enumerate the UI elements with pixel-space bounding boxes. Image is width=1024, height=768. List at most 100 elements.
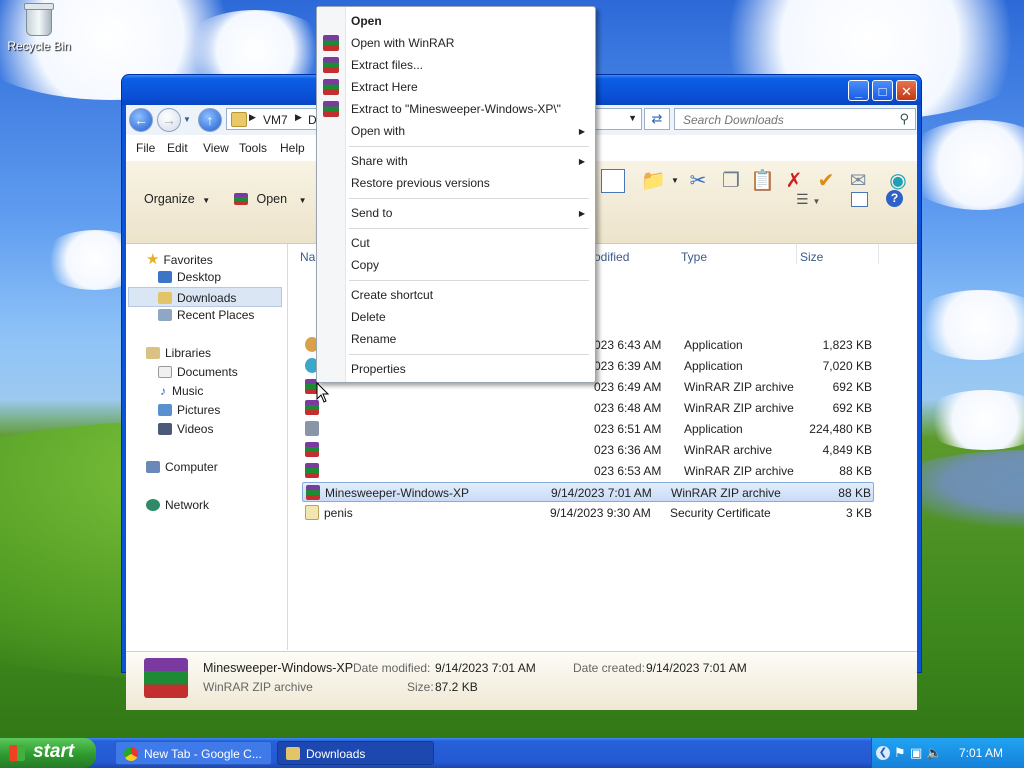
menu-rename[interactable]: Rename [351,332,396,346]
file-row-selected[interactable]: Minesweeper-Windows-XP 9/14/2023 7:01 AM… [302,482,874,502]
file-row[interactable]: 023 6:36 AM WinRAR archive 4,849 KB [302,440,874,460]
menu-edit[interactable]: Edit [167,141,188,155]
search-icon[interactable]: ⚲ [899,111,909,127]
maximize-button[interactable]: □ [872,80,893,101]
address-dropdown-icon[interactable]: ▼ [628,113,637,123]
forward-button[interactable]: → [157,108,181,132]
menu-cut[interactable]: Cut [351,236,370,250]
search-box[interactable]: ⚲ [674,108,916,130]
menu-restore-previous-versions[interactable]: Restore previous versions [351,176,490,190]
nav-videos[interactable]: Videos [158,422,213,436]
view-options-icon[interactable]: ☰ ▼ [796,191,820,208]
nav-network[interactable]: Network [146,498,209,512]
menu-view[interactable]: View [203,141,229,155]
delete-icon[interactable]: ✗ [782,169,806,193]
folder-options-icon[interactable]: 📁 [641,169,666,193]
file-size: 224,480 KB [809,422,872,436]
column-modified-header[interactable]: odified [594,250,629,264]
breadcrumb-vm7[interactable]: VM7 [263,113,288,127]
installer-icon [305,421,319,436]
clock[interactable]: 7:01 AM [959,746,1003,760]
file-date: 023 6:39 AM [594,359,662,373]
show-hidden-icons-icon[interactable]: ❮ [876,746,890,760]
nav-libraries[interactable]: Libraries [146,346,211,360]
winrar-icon [305,463,319,478]
menu-extract-here[interactable]: Extract Here [351,80,418,94]
email-icon[interactable]: ✉ [846,169,870,193]
preview-pane-icon[interactable] [601,169,625,193]
nav-computer[interactable]: Computer [146,460,218,474]
file-row[interactable]: 023 6:51 AM Application 224,480 KB [302,419,874,439]
nav-music[interactable]: ♪ Music [158,384,203,398]
nav-desktop[interactable]: Desktop [158,270,221,284]
flag-icon[interactable]: ⚑ [894,745,906,761]
winrar-icon [323,57,339,73]
close-button[interactable]: ✕ [896,80,917,101]
minimize-button[interactable]: _ [848,80,869,101]
file-date: 023 6:51 AM [594,422,662,436]
menu-delete[interactable]: Delete [351,310,386,324]
file-row[interactable]: 023 6:53 AM WinRAR ZIP archive 88 KB [302,461,874,481]
help-icon[interactable]: ? [886,190,903,207]
search-input[interactable] [681,110,885,130]
winrar-icon [323,101,339,117]
start-button[interactable]: start [0,738,96,768]
menu-open-with[interactable]: Open with [351,124,405,138]
organize-dropdown-icon: ▼ [202,196,211,205]
menu-help[interactable]: Help [280,141,305,155]
refresh-button[interactable]: ⇄ [644,108,670,130]
shell-icon[interactable]: ◉ [886,169,910,193]
file-size: 7,020 KB [822,359,872,373]
file-row[interactable]: 023 6:48 AM WinRAR ZIP archive 692 KB [302,398,874,418]
menu-copy[interactable]: Copy [351,258,379,272]
menu-send-to[interactable]: Send to [351,206,392,220]
recycle-bin-icon [24,3,54,36]
nav-recent-places[interactable]: Recent Places [158,308,254,322]
back-button[interactable]: ← [129,108,153,132]
details-created-value: 9/14/2023 7:01 AM [646,661,747,675]
organize-button[interactable]: Organize ▼ [144,192,210,206]
nav-favorites[interactable]: ★ Favorites [146,250,213,268]
menu-open[interactable]: Open [351,14,382,28]
recycle-bin-desktop-icon[interactable]: Recycle Bin [6,3,72,53]
folder-icon [231,112,247,127]
file-date: 023 6:53 AM [594,464,662,478]
paste-icon[interactable]: 📋 [750,169,775,193]
music-icon: ♪ [160,384,166,398]
copy-icon[interactable]: ❐ [719,169,743,193]
network-status-icon[interactable]: ▣ [910,745,922,761]
nav-documents[interactable]: Documents [158,365,238,379]
network-icon [146,499,160,511]
folder-options-dropdown-icon[interactable]: ▼ [671,176,679,185]
taskbar-chrome-button[interactable]: New Tab - Google C... [115,741,272,765]
menu-share-with[interactable]: Share with [351,154,408,168]
menu-open-with-winrar[interactable]: Open with WinRAR [351,36,454,50]
taskbar-downloads-button[interactable]: Downloads [277,741,434,765]
recent-pages-dropdown-icon[interactable]: ▼ [183,115,191,124]
column-size-header[interactable]: Size [800,250,823,264]
nav-pictures[interactable]: Pictures [158,403,220,417]
details-filename: Minesweeper-Windows-XP [203,661,354,675]
menu-extract-files[interactable]: Extract files... [351,58,423,72]
menu-properties[interactable]: Properties [351,362,406,376]
up-button[interactable]: ↑ [198,108,222,132]
details-pane-icon[interactable] [851,192,868,207]
menu-create-shortcut[interactable]: Create shortcut [351,288,433,302]
winrar-icon [323,79,339,95]
volume-icon[interactable]: 🔈 [926,745,942,761]
column-type-header[interactable]: Type [681,250,707,264]
open-command-button[interactable]: Open ▼ [234,192,306,206]
file-type: WinRAR archive [684,443,773,457]
checkmark-icon[interactable]: ✔ [814,169,838,193]
file-type: WinRAR ZIP archive [684,464,794,478]
file-row[interactable]: penis 9/14/2023 9:30 AM Security Certifi… [302,503,874,523]
menu-tools[interactable]: Tools [239,141,267,155]
breadcrumb-separator-icon: ▶ [249,112,256,122]
cut-icon[interactable]: ✂ [686,169,710,193]
menu-file[interactable]: File [136,141,155,155]
nav-downloads[interactable]: Downloads [128,287,282,307]
file-date: 023 6:48 AM [594,401,662,415]
windows-logo-icon [9,745,25,761]
details-pane: Minesweeper-Windows-XP WinRAR ZIP archiv… [126,651,917,710]
menu-extract-to[interactable]: Extract to "Minesweeper-Windows-XP\" [351,102,561,116]
